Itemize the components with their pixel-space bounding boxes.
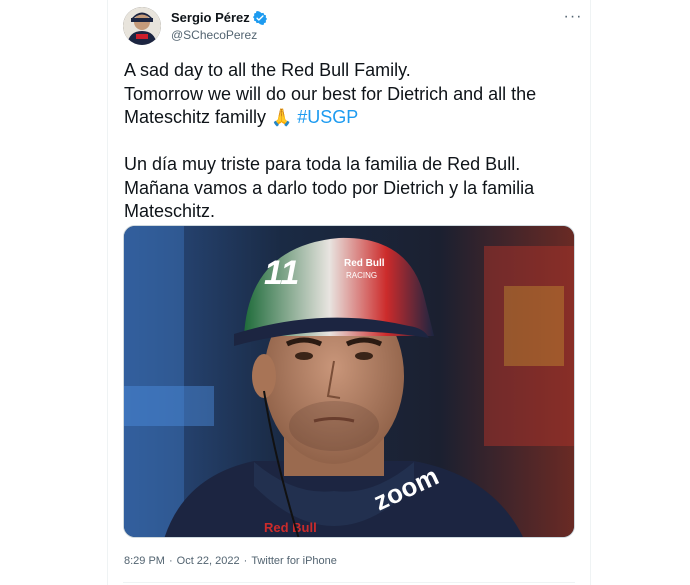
tweet-source: Twitter for iPhone xyxy=(251,555,337,567)
tweet-line: Tomorrow we will do our best for Dietric… xyxy=(124,83,537,104)
tweet-line: Mañana vamos a darlo todo por Dietrich y… xyxy=(124,177,535,198)
tweet-header: Sergio Pérez @SChecoPerez ··· xyxy=(123,7,583,47)
tweet-card: Sergio Pérez @SChecoPerez ··· A sad day … xyxy=(107,0,591,585)
tweet-text: A sad day to all the Red Bull Family. To… xyxy=(124,59,579,224)
tweet-line: A sad day to all the Red Bull Family. xyxy=(124,60,411,80)
tweet-date[interactable]: Oct 22, 2022 xyxy=(177,555,240,567)
tweet-line: Mateschitz. xyxy=(124,201,216,221)
handle[interactable]: @SChecoPerez xyxy=(171,27,267,43)
tweet-line: Mateschitz familly xyxy=(124,107,267,127)
cap-racing-text: RACING xyxy=(346,271,377,280)
avatar[interactable] xyxy=(123,7,161,45)
tweet-metadata: 8:29 PM · Oct 22, 2022 · Twitter for iPh… xyxy=(124,555,337,567)
hashtag-link[interactable]: #USGP xyxy=(297,107,358,127)
divider xyxy=(123,582,575,583)
driver-portrait-photo-icon: 11 Red Bull RACING zoom Red Bull xyxy=(124,226,574,537)
cap-sponsor-text: Red Bull xyxy=(344,258,385,269)
display-name[interactable]: Sergio Pérez xyxy=(171,10,250,26)
tweet-time[interactable]: 8:29 PM xyxy=(124,555,165,567)
tweet-line: Un día muy triste para toda la familia d… xyxy=(124,154,521,174)
more-options-icon[interactable]: ··· xyxy=(563,7,583,27)
meta-separator: · xyxy=(243,555,248,567)
praying-hands-icon: 🙏 xyxy=(271,108,293,127)
cap-number: 11 xyxy=(264,254,299,292)
meta-separator: · xyxy=(168,555,173,567)
author-names: Sergio Pérez @SChecoPerez xyxy=(171,10,267,43)
suit-brand-text: Red Bull xyxy=(264,520,317,535)
tweet-photo[interactable]: 11 Red Bull RACING zoom Red Bull xyxy=(123,225,575,538)
verified-badge-icon xyxy=(252,11,267,25)
